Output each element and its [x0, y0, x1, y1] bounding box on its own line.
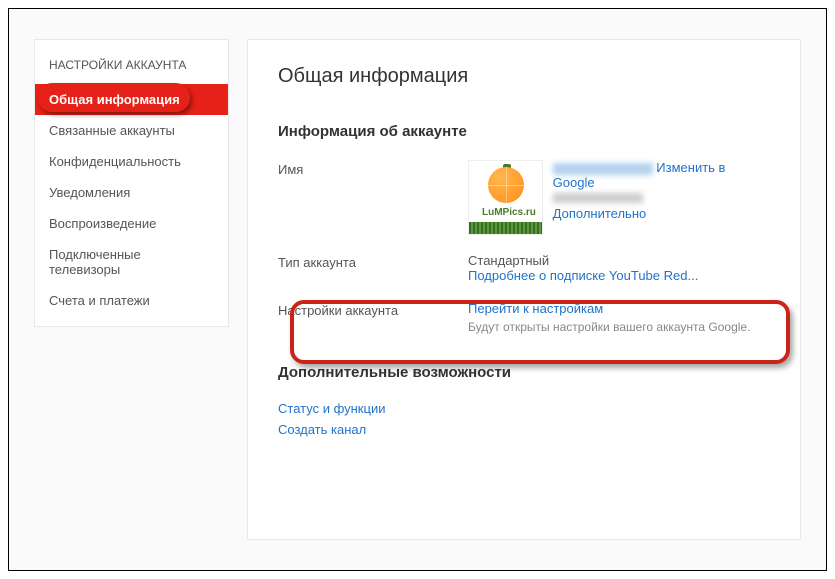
- create-channel-link[interactable]: Создать канал: [278, 422, 770, 437]
- sidebar-title: НАСТРОЙКИ АККАУНТА: [35, 40, 228, 84]
- sidebar-item-general[interactable]: Общая информация: [35, 84, 228, 115]
- settings-row: Настройки аккаунта Перейти к настройкам …: [278, 301, 770, 334]
- name-label: Имя: [278, 160, 468, 177]
- sidebar: НАСТРОЙКИ АККАУНТА Общая информация Связ…: [34, 39, 229, 327]
- sidebar-item-label: Воспроизведение: [49, 216, 156, 231]
- settings-label: Настройки аккаунта: [278, 301, 468, 318]
- sidebar-item-label: Подключенные телевизоры: [49, 247, 141, 277]
- sidebar-item-label: Конфиденциальность: [49, 154, 181, 169]
- sidebar-item-label: Общая информация: [49, 92, 180, 107]
- youtube-red-link[interactable]: Подробнее о подписке YouTube Red...: [468, 268, 698, 283]
- sidebar-item-playback[interactable]: Воспроизведение: [35, 208, 228, 239]
- features-heading: Дополнительные возможности: [278, 364, 770, 381]
- page-title: Общая информация: [278, 65, 770, 88]
- sidebar-item-tvs[interactable]: Подключенные телевизоры: [35, 239, 228, 285]
- blurred-email: [553, 193, 643, 203]
- sidebar-item-notifications[interactable]: Уведомления: [35, 177, 228, 208]
- sidebar-item-billing[interactable]: Счета и платежи: [35, 285, 228, 316]
- avatar: LuMPics.ru: [468, 160, 543, 235]
- type-row: Тип аккаунта Стандартный Подробнее о под…: [278, 253, 770, 283]
- avatar-watermark: LuMPics.ru: [482, 207, 536, 218]
- type-label: Тип аккаунта: [278, 253, 468, 270]
- sidebar-item-label: Уведомления: [49, 185, 130, 200]
- sidebar-item-privacy[interactable]: Конфиденциальность: [35, 146, 228, 177]
- sidebar-item-label: Связанные аккаунты: [49, 123, 175, 138]
- settings-value: Перейти к настройкам Будут открыты настр…: [468, 301, 770, 334]
- settings-helper: Будут открыты настройки вашего аккаунта …: [468, 320, 770, 334]
- sidebar-item-linked[interactable]: Связанные аккаунты: [35, 115, 228, 146]
- sidebar-item-label: Счета и платежи: [49, 293, 150, 308]
- main-panel: Общая информация Информация об аккаунте …: [247, 39, 801, 540]
- status-features-link[interactable]: Статус и функции: [278, 401, 770, 416]
- account-info-heading: Информация об аккаунте: [278, 123, 770, 140]
- more-link[interactable]: Дополнительно: [553, 206, 647, 221]
- type-value: Стандартный Подробнее о подписке YouTube…: [468, 253, 770, 283]
- type-text: Стандартный: [468, 253, 549, 268]
- name-row: Имя LuMPics.ru Изменить в Google Дополни…: [278, 160, 770, 235]
- blurred-name: [553, 163, 653, 175]
- go-to-settings-link[interactable]: Перейти к настройкам: [468, 301, 603, 316]
- name-value: LuMPics.ru Изменить в Google Дополнитель…: [468, 160, 770, 235]
